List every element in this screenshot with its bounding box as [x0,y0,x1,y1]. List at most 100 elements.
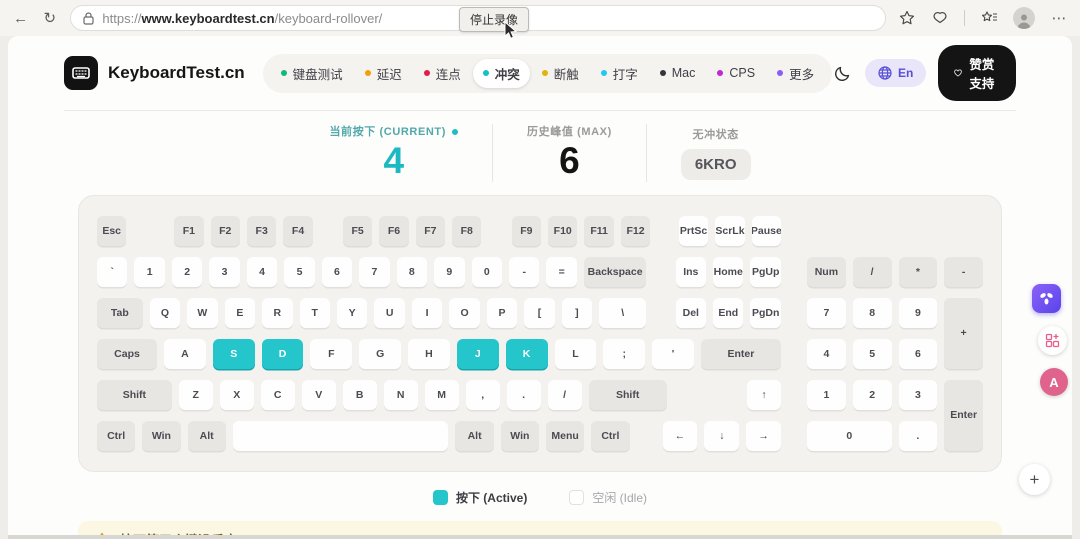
menu-ellipsis-icon[interactable]: ⋯ [1050,9,1068,27]
key-F6: F6 [379,215,409,246]
legend: 按下 (Active) 空闲 (Idle) [64,489,1016,506]
numpad-key-6: 6 [898,338,938,369]
rollover-test-card: 当前按下 (CURRENT) 4 历史峰值 (MAX) 6 无冲状态 6KRO … [64,110,1016,539]
key-': ' [652,338,694,369]
key-D: D [261,338,304,369]
key-Pause: Pause [751,215,782,246]
key-PrtSc: PrtSc [678,215,709,246]
nav-item-更多[interactable]: 更多 [767,59,824,88]
stat-max-label: 历史峰值 (MAX) [527,126,612,138]
favorite-star-icon[interactable] [898,9,916,27]
nav-item-CPS[interactable]: CPS [707,61,765,85]
nav-item-断触[interactable]: 断触 [532,59,589,88]
key-S: S [212,338,255,369]
reload-icon[interactable]: ↻ [41,9,58,27]
key-6: 6 [321,256,353,287]
key-Win: Win [142,420,181,451]
nav-item-冲突[interactable]: 冲突 [472,58,530,88]
key-5: 5 [284,256,315,287]
legend-idle-label: 空闲 (Idle) [592,490,648,505]
key-0: 0 [471,256,502,287]
site-header: KeyboardTest.cn 键盘测试 延迟 连点 冲突 断触 打字 Mac CPS 更多 E… [8,36,1072,110]
key-arrow-right: → [746,420,781,451]
nav-item-label: 连点 [435,67,461,82]
nav-dot-icon [717,70,724,76]
brand[interactable]: KeyboardTest.cn [64,56,245,90]
stat-max-value: 6 [559,140,580,181]
key-alt-right: Alt [455,420,494,451]
keyboard-row: Caps A S D F G H J K L; ' Enter [97,338,781,369]
url-scheme: https:// [102,10,142,26]
stat-current: 当前按下 (CURRENT) 4 [295,123,492,183]
lock-icon [83,11,95,25]
nav-dot-icon [541,70,548,76]
key-W: W [187,297,218,328]
key-F2: F2 [210,215,240,246]
key-Caps: Caps [97,338,157,369]
nav-item-延迟[interactable]: 延迟 [355,59,412,88]
numpad-key--: - [944,256,983,287]
nav-item-label: 更多 [789,67,815,82]
nav-item-label: 键盘测试 [292,67,343,82]
nav-dot-icon [423,70,430,76]
stats-row: 当前按下 (CURRENT) 4 历史峰值 (MAX) 6 无冲状态 6KRO [64,111,1016,191]
key-Backspace: Backspace [583,256,647,287]
key-Menu: Menu [546,420,585,451]
active-swatch [432,489,448,505]
key-ScrLk: ScrLk [715,215,745,246]
nav-item-打字[interactable]: 打字 [591,59,648,88]
support-button[interactable]: 赞赏支持 [938,45,1016,101]
stat-nkro-label: 无冲状态 [692,128,739,141]
key-A: A [164,338,206,369]
heart-icon [954,69,963,77]
bottom-scrollbar[interactable] [8,535,1072,539]
nav-item-键盘测试[interactable]: 键盘测试 [271,59,353,88]
zoom-plus-button[interactable]: + [1019,464,1050,495]
collect-widget-icon[interactable] [1038,326,1067,355]
key-F11: F11 [584,215,614,246]
key-Del: Del [675,297,707,328]
profile-avatar[interactable] [1013,7,1035,29]
nav-dot-icon [659,70,666,76]
key-F9: F9 [511,215,542,246]
nav-item-连点[interactable]: 连点 [414,59,471,88]
back-icon[interactable]: ← [12,9,29,27]
key-J: J [456,338,499,369]
nav-dot-icon [777,70,784,76]
key-F4: F4 [283,215,313,246]
key-[: [ [524,297,555,328]
dark-mode-toggle[interactable] [832,57,853,89]
keyboard-panel: Esc F1 F2 F3 F4 F5 F6 F7 F8 F9 F10 F11 F12 PrtSc ScrLk… [78,194,1002,472]
keyboard-logo-icon [64,56,98,90]
nav-item-label: 冲突 [494,67,520,82]
key-2: 2 [171,256,203,287]
key-PgDn: PgDn [750,297,781,328]
numpad-key-9: 9 [898,297,938,328]
stat-current-label: 当前按下 (CURRENT) [329,123,459,139]
key-arrow-up: ↑ [747,379,782,410]
key-V: V [301,379,336,410]
translate-widget-icon[interactable]: A [1040,368,1068,396]
key-4: 4 [246,256,278,287]
keyboard-main: Esc F1 F2 F3 F4 F5 F6 F7 F8 F9 F10 F11 F12 PrtSc ScrLk… [97,215,782,451]
key-E: E [224,297,256,328]
nav-item-Mac[interactable]: Mac [650,61,706,85]
key-\: \ [599,297,647,328]
key-O: O [449,297,480,328]
browser-essentials-icon[interactable] [931,9,949,27]
main-nav: 键盘测试 延迟 连点 冲突 断触 打字 Mac CPS 更多 [262,53,833,93]
numpad-key-7: 7 [807,297,846,328]
key-M: M [424,379,459,410]
extension-app-icon[interactable] [1032,284,1061,313]
key-1: 1 [134,256,165,287]
key-8: 8 [396,256,428,287]
legend-active-label: 按下 (Active) [455,490,528,505]
favorites-bar-icon[interactable] [980,9,998,27]
key-F1: F1 [174,215,204,246]
language-switcher[interactable]: En [864,59,927,87]
key-F8: F8 [452,215,482,246]
key-Shift: Shift [97,379,172,410]
language-label: En [897,66,914,80]
legend-active: 按下 (Active) [432,489,528,506]
numpad-key-4: 4 [807,338,846,369]
